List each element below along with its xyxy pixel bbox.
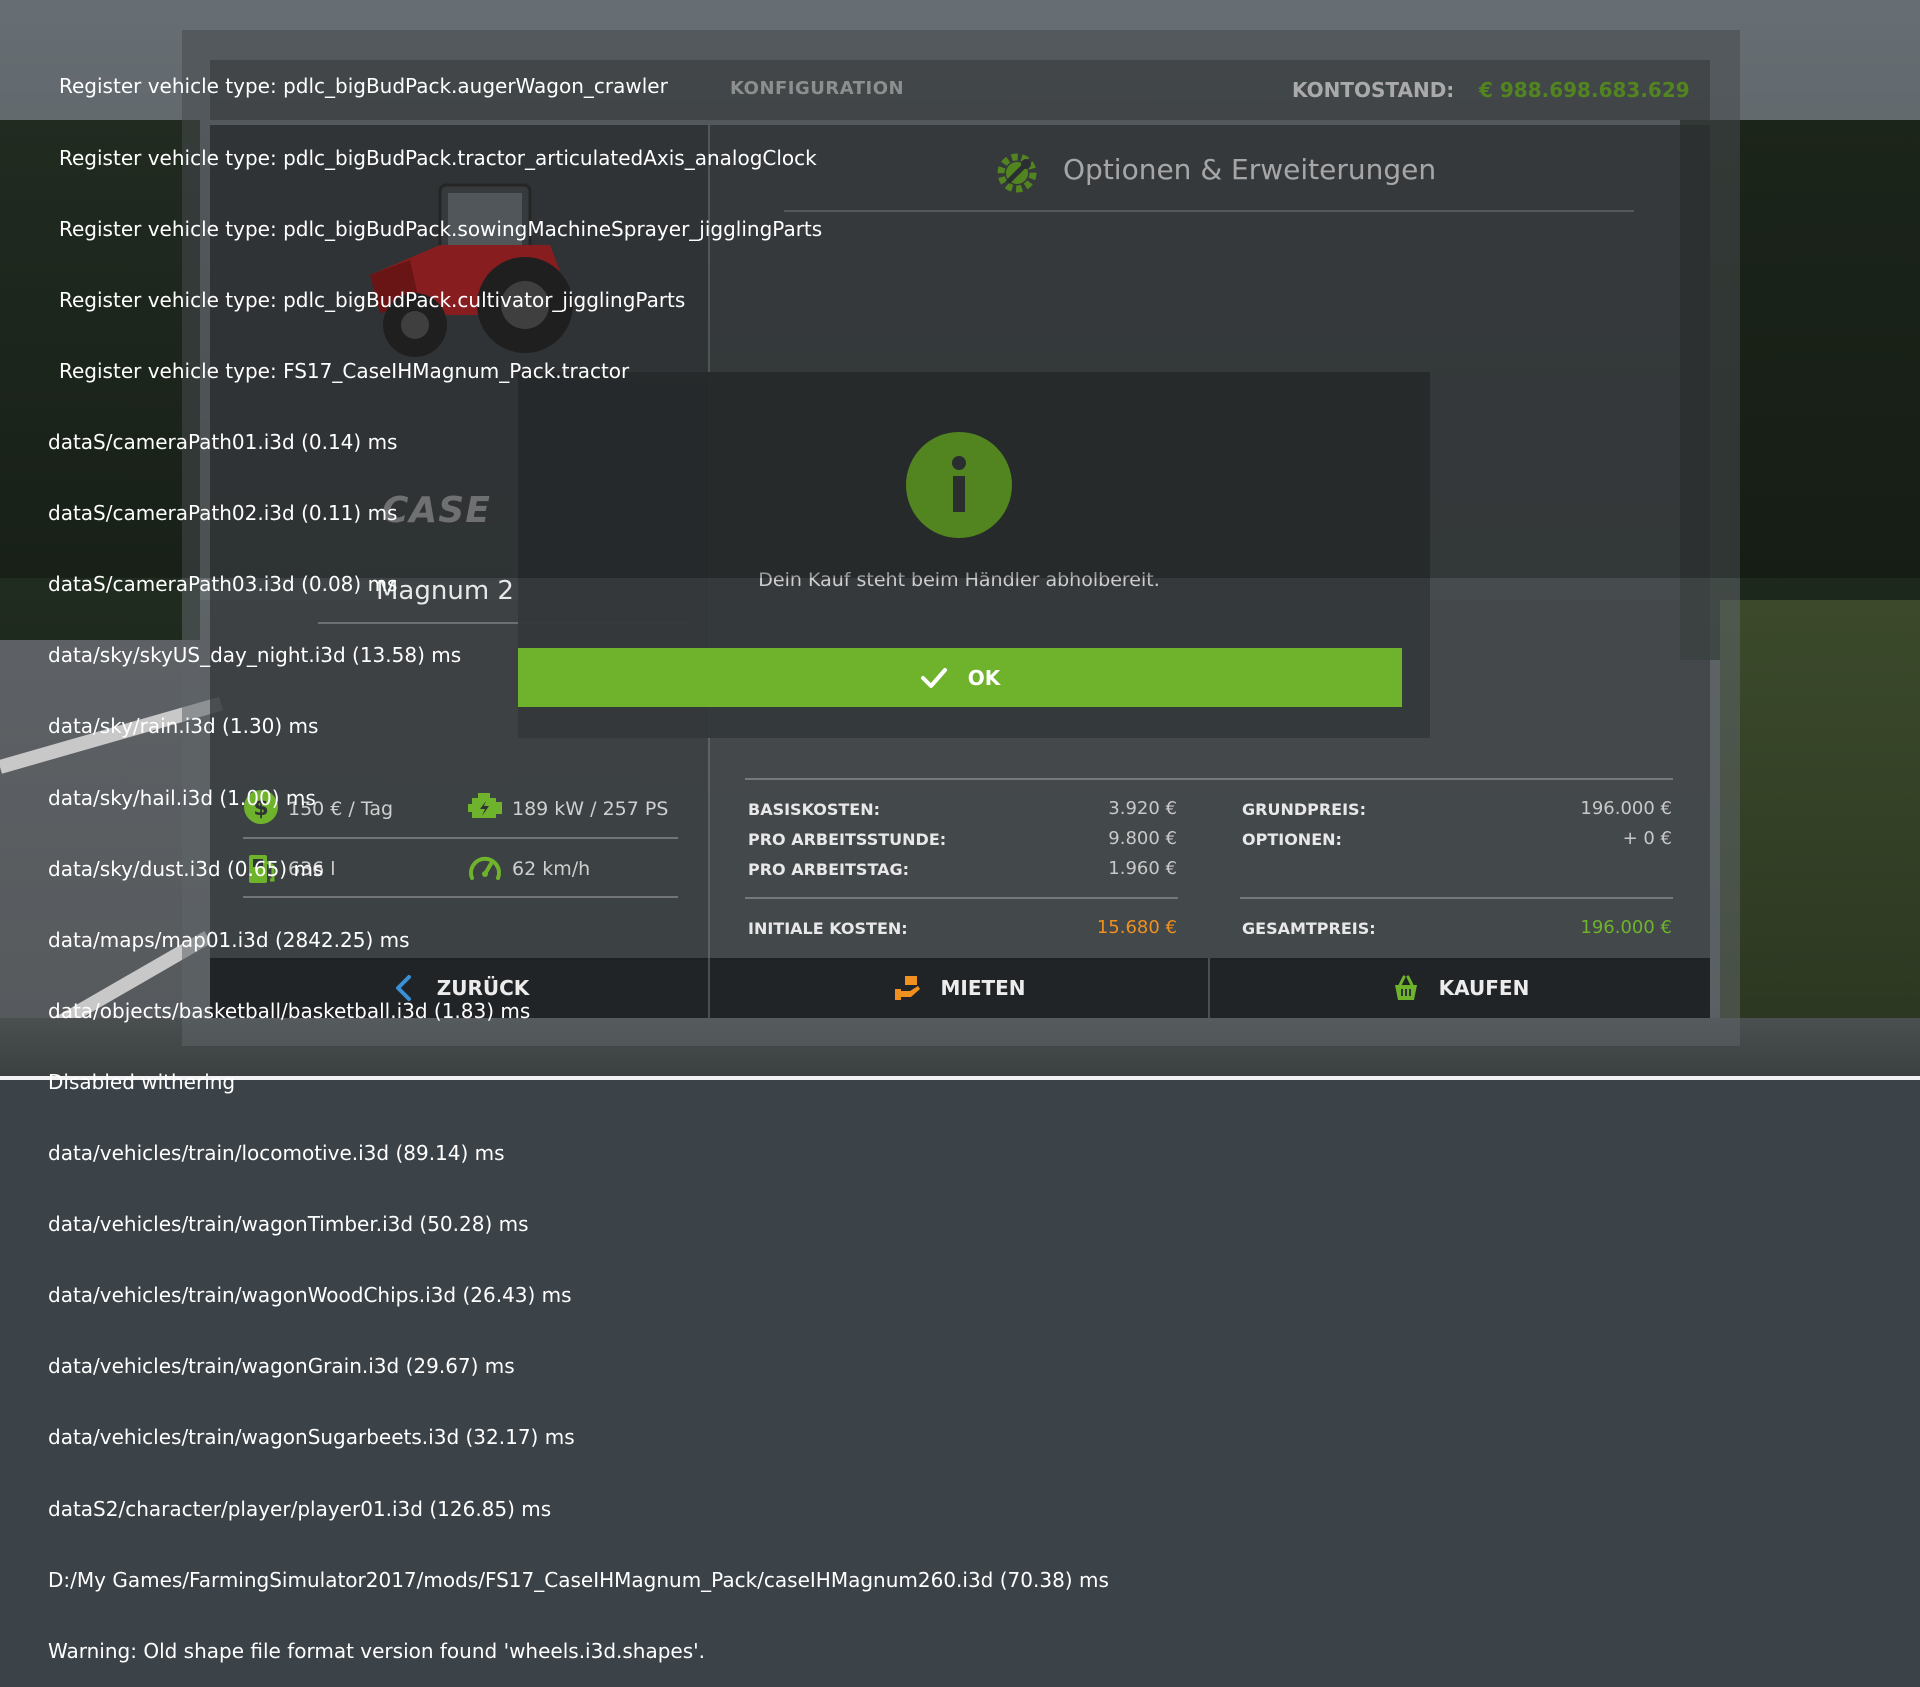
base-price-label: GRUNDPREIS: [1242, 800, 1366, 819]
console-line: Disabled withering [48, 1069, 236, 1094]
console-line: dataS/cameraPath02.i3d (0.11) ms [48, 501, 398, 526]
console-line: data/objects/basketball/basketball.i3d (… [48, 998, 531, 1023]
console-line: data/vehicles/train/wagonSugarbeets.i3d … [48, 1425, 575, 1450]
base-price-value: 196.000 € [1580, 798, 1672, 819]
console-line: data/sky/hail.i3d (1.00) ms [48, 785, 316, 810]
console-line: Register vehicle type: pdlc_bigBudPack.t… [59, 145, 817, 170]
console-line: data/sky/skyUS_day_night.i3d (13.58) ms [48, 643, 462, 668]
console-line: Register vehicle type: pdlc_bigBudPack.s… [59, 216, 823, 241]
options-price-label: OPTIONEN: [1242, 830, 1342, 849]
buy-label: KAUFEN [1438, 976, 1530, 1000]
console-line: dataS/cameraPath01.i3d (0.14) ms [48, 429, 398, 454]
console-line: dataS2/character/player/player01.i3d (12… [48, 1496, 552, 1521]
console-line: data/vehicles/train/wagonGrain.i3d (29.6… [48, 1354, 515, 1379]
debug-console: Register vehicle type: pdlc_bigBudPack.a… [0, 28, 1109, 1687]
console-line: data/sky/dust.i3d (0.65) ms [48, 856, 324, 881]
console-line: data/vehicles/train/wagonWoodChips.i3d (… [48, 1283, 572, 1308]
grass-right [1720, 600, 1920, 1080]
total-price-value: 196.000 € [1580, 917, 1672, 938]
console-line: Register vehicle type: pdlc_bigBudPack.a… [59, 74, 668, 99]
console-line: data/maps/map01.i3d (2842.25) ms [48, 927, 410, 952]
console-line: Register vehicle type: FS17_CaseIHMagnum… [59, 358, 630, 383]
basket-icon [1394, 975, 1417, 1000]
console-line: dataS/cameraPath03.i3d (0.08) ms [48, 572, 398, 597]
console-line: data/vehicles/train/wagonTimber.i3d (50.… [48, 1212, 529, 1237]
divider [1240, 897, 1673, 899]
total-price-label: GESAMTPREIS: [1242, 919, 1376, 938]
console-line: data/vehicles/train/locomotive.i3d (89.1… [48, 1141, 505, 1166]
buy-button[interactable]: KAUFEN [1210, 958, 1710, 1018]
options-price-value: + 0 € [1622, 828, 1672, 849]
console-line: Register vehicle type: pdlc_bigBudPack.c… [59, 287, 686, 312]
console-line: D:/My Games/FarmingSimulator2017/mods/FS… [48, 1567, 1109, 1592]
console-line: data/sky/rain.i3d (1.30) ms [48, 714, 319, 739]
console-line: Warning: Old shape file format version f… [48, 1638, 706, 1663]
